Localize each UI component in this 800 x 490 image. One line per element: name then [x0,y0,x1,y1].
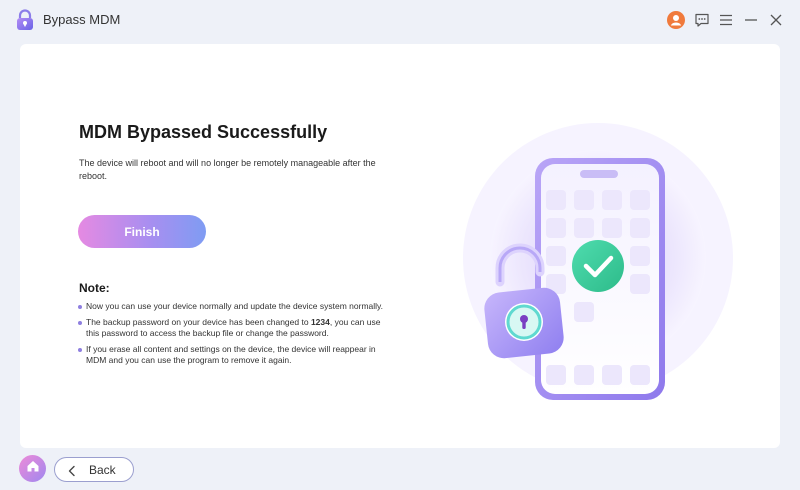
home-icon [26,459,40,478]
minimize-icon[interactable] [741,10,761,30]
bullet-dot-icon [78,347,82,352]
description-text: The device will reboot and will no longe… [79,158,376,181]
close-icon[interactable] [766,10,786,30]
home-button[interactable] [19,455,46,482]
back-button[interactable]: Back [54,457,134,482]
main-card: MDM Bypassed Successfully The device wil… [20,44,780,448]
page-title: MDM Bypassed Successfully [79,122,328,142]
finish-button[interactable]: Finish [78,215,206,248]
note-list: Now you can use your device normally and… [78,301,393,371]
feedback-chat-icon[interactable] [692,10,712,30]
title-bar: Bypass MDM [0,0,800,40]
chevron-left-icon [67,464,77,482]
user-avatar-icon[interactable] [666,10,686,30]
note-item: The backup password on your device has b… [78,317,393,340]
backup-password: 1234 [310,316,330,327]
phone-unlocked-illustration [440,110,740,410]
note-item: Now you can use your device normally and… [78,301,393,313]
back-label: Back [89,463,116,477]
bullet-dot-icon [78,305,82,309]
app-title: Bypass MDM [43,12,121,27]
note-item: If you erase all content and settings on… [78,344,393,367]
lock-logo-icon [14,9,36,31]
note-title: Note: [79,281,110,295]
menu-icon[interactable] [716,10,736,30]
bullet-dot-icon [78,320,82,325]
